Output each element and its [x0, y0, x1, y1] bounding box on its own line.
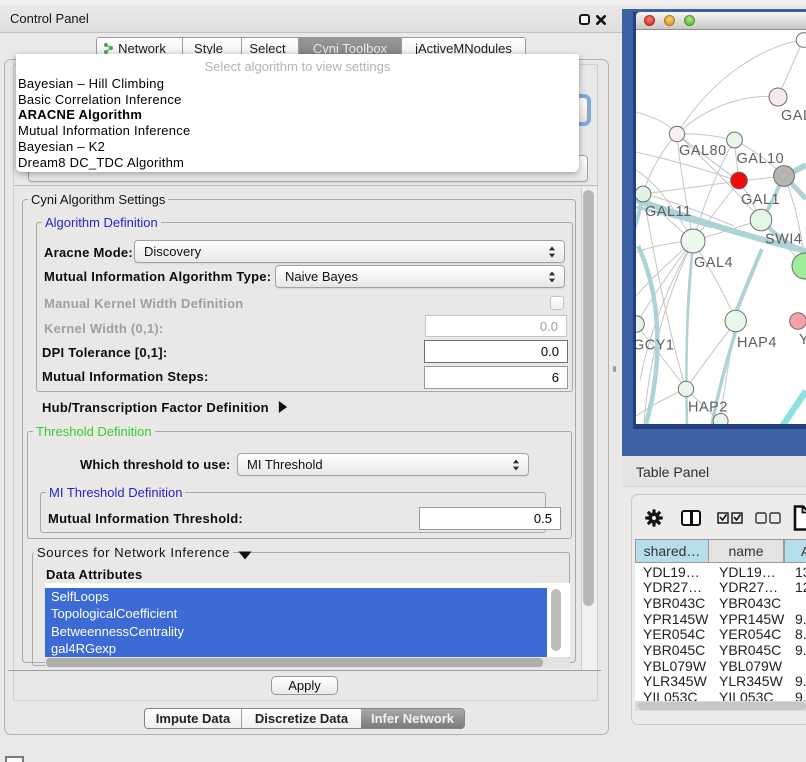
- svg-text:SWI4: SWI4: [765, 232, 802, 248]
- svg-text:GAL11: GAL11: [645, 204, 692, 220]
- svg-text:Y: Y: [799, 332, 806, 348]
- svg-text:GAL80: GAL80: [679, 143, 727, 159]
- svg-text:GAL1: GAL1: [741, 192, 780, 208]
- svg-text:HAP4: HAP4: [737, 335, 777, 351]
- svg-text:GAL4: GAL4: [694, 255, 733, 271]
- svg-text:GCY1: GCY1: [636, 338, 675, 354]
- svg-text:GAL: GAL: [781, 108, 806, 124]
- svg-text:GAL10: GAL10: [737, 151, 785, 167]
- svg-text:HAP2: HAP2: [688, 400, 728, 416]
